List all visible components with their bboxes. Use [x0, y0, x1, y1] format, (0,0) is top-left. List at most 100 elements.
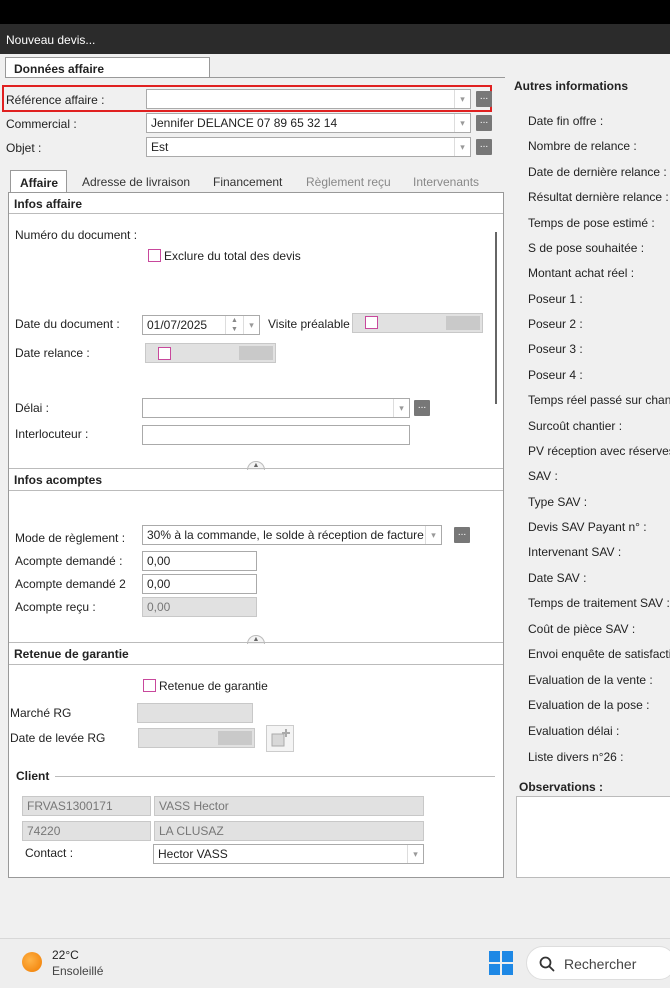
autres-info-label: Nombre de relance : [528, 139, 637, 153]
date-levee-rg-label: Date de levée RG [10, 731, 106, 745]
contact-select[interactable]: Hector VASS ▾ [153, 844, 424, 864]
autres-info-label: Poseur 4 : [528, 368, 583, 382]
client-city-field: LA CLUSAZ [154, 821, 424, 841]
chevron-down-icon[interactable]: ▾ [425, 526, 441, 544]
objet-label: Objet : [6, 141, 42, 155]
autres-info-label: Poseur 1 : [528, 292, 583, 306]
window-title: Nouveau devis... [6, 33, 96, 47]
acompte-demande-input[interactable]: 0,00 [142, 551, 257, 571]
infos-acomptes-title: Infos acomptes [14, 473, 103, 487]
acompte-recu-input: 0,00 [142, 597, 257, 617]
visite-prealable-checkbox[interactable] [365, 316, 378, 329]
delai-browse-button[interactable]: ... [414, 400, 430, 416]
exclure-total-label: Exclure du total des devis [164, 249, 301, 263]
chevron-down-icon[interactable]: ▾ [454, 114, 470, 132]
date-picker-icon [239, 346, 273, 360]
autres-info-label: PV réception avec réserves : [528, 444, 670, 458]
date-document-label: Date du document : [15, 317, 120, 331]
chevron-down-icon[interactable]: ▾ [454, 138, 470, 156]
acompte-demande-2-input[interactable]: 0,00 [142, 574, 257, 594]
chevron-down-icon[interactable]: ▾ [393, 399, 409, 417]
mode-reglement-select[interactable]: 30% à la commande, le solde à réception … [142, 525, 442, 545]
acompte-demande-2-label: Acompte demandé 2 [15, 577, 126, 591]
top-bar [0, 0, 670, 24]
tab-donnees-affaire[interactable]: Données affaire [5, 57, 210, 78]
client-code-field: FRVAS1300171 [22, 796, 151, 816]
date-picker-icon [446, 316, 480, 330]
autres-info-label: Poseur 2 : [528, 317, 583, 331]
observations-textarea[interactable] [516, 796, 670, 878]
add-document-icon[interactable] [266, 725, 294, 752]
reference-browse-button[interactable]: ... [476, 91, 492, 107]
chevron-down-icon[interactable]: ▾ [454, 90, 470, 108]
client-name-field: VASS Hector [154, 796, 424, 816]
contact-label: Contact : [25, 846, 74, 860]
section-divider [9, 664, 503, 665]
autres-info-label: Liste divers n°26 : [528, 750, 624, 764]
autres-info-label: Intervenant SAV : [528, 545, 622, 559]
taskbar-search[interactable]: Rechercher [526, 946, 670, 980]
autres-info-label: Poseur 3 : [528, 342, 583, 356]
subtab-adresse-livraison[interactable]: Adresse de livraison [82, 175, 190, 189]
visite-prealable-label: Visite préalable [268, 317, 350, 331]
chevron-down-icon[interactable]: ▾ [407, 845, 423, 863]
autres-info-label: Coût de pièce SAV : [528, 622, 636, 636]
chevron-down-icon[interactable]: ▾ [243, 316, 259, 334]
retenue-checkbox-label: Retenue de garantie [159, 679, 268, 693]
interlocuteur-label: Interlocuteur : [15, 427, 89, 441]
autres-info-label: S de pose souhaitée : [528, 241, 645, 255]
sun-icon [22, 952, 42, 972]
tab-divider [5, 77, 505, 78]
subtab-intervenants[interactable]: Intervenants [413, 175, 479, 189]
commercial-browse-button[interactable]: ... [476, 115, 492, 131]
autres-info-label: Date de dernière relance : [528, 165, 667, 179]
autres-info-label: Envoi enquête de satisfaction [528, 647, 670, 661]
date-levee-rg-input [138, 728, 255, 748]
client-title: Client [16, 769, 50, 783]
scrollbar[interactable] [495, 232, 497, 404]
commercial-select[interactable]: Jennifer DELANCE 07 89 65 32 14 ▾ [146, 113, 471, 133]
search-icon [539, 956, 555, 972]
section-divider [55, 776, 495, 777]
date-stepper[interactable]: ▲ ▼ [225, 316, 243, 334]
autres-info-label: SAV : [528, 469, 558, 483]
mode-reglement-browse-button[interactable]: ... [454, 527, 470, 543]
subtab-financement[interactable]: Financement [213, 175, 282, 189]
windows-start-icon[interactable] [489, 951, 513, 975]
reference-label: Référence affaire : [6, 93, 105, 107]
autres-info-label: Date fin offre : [528, 114, 604, 128]
retenue-checkbox[interactable] [143, 679, 156, 692]
subtab-affaire[interactable]: Affaire [10, 170, 67, 192]
exclure-total-checkbox[interactable] [148, 249, 161, 262]
delai-select[interactable]: ▾ [142, 398, 410, 418]
autres-info-label: Temps de traitement SAV : [528, 596, 670, 610]
mode-reglement-label: Mode de règlement : [15, 531, 126, 545]
date-relance-checkbox[interactable] [158, 347, 171, 360]
autres-info-label: Surcoût chantier : [528, 419, 623, 433]
search-label: Rechercher [564, 956, 637, 972]
tab-label: Données affaire [14, 62, 105, 76]
reference-input[interactable]: ▾ [146, 89, 471, 109]
retenue-title: Retenue de garantie [14, 647, 129, 661]
section-divider [9, 468, 503, 469]
objet-select[interactable]: Est ▾ [146, 137, 471, 157]
acompte-demande-label: Acompte demandé : [15, 554, 123, 568]
autres-info-label: Résultat dernière relance : [528, 190, 669, 204]
subtab-reglement-recu[interactable]: Règlement reçu [306, 175, 391, 189]
date-document-input[interactable]: 01/07/2025 ▲ ▼ ▾ [142, 315, 260, 335]
autres-info-label: Evaluation de la vente : [528, 673, 653, 687]
observations-label: Observations : [519, 780, 604, 794]
section-divider [9, 490, 503, 491]
interlocuteur-input[interactable] [142, 425, 410, 445]
autres-info-label: Montant achat réel : [528, 266, 635, 280]
section-divider [9, 213, 503, 214]
client-zip-field: 74220 [22, 821, 151, 841]
commercial-label: Commercial : [6, 117, 77, 131]
acompte-recu-label: Acompte reçu : [15, 600, 96, 614]
autres-info-label: Temps de pose estimé : [528, 216, 655, 230]
window-title-bar: Nouveau devis... [0, 24, 670, 54]
delai-label: Délai : [15, 401, 50, 415]
objet-browse-button[interactable]: ... [476, 139, 492, 155]
autres-informations-title: Autres informations [514, 79, 629, 93]
date-relance-label: Date relance : [15, 346, 90, 360]
